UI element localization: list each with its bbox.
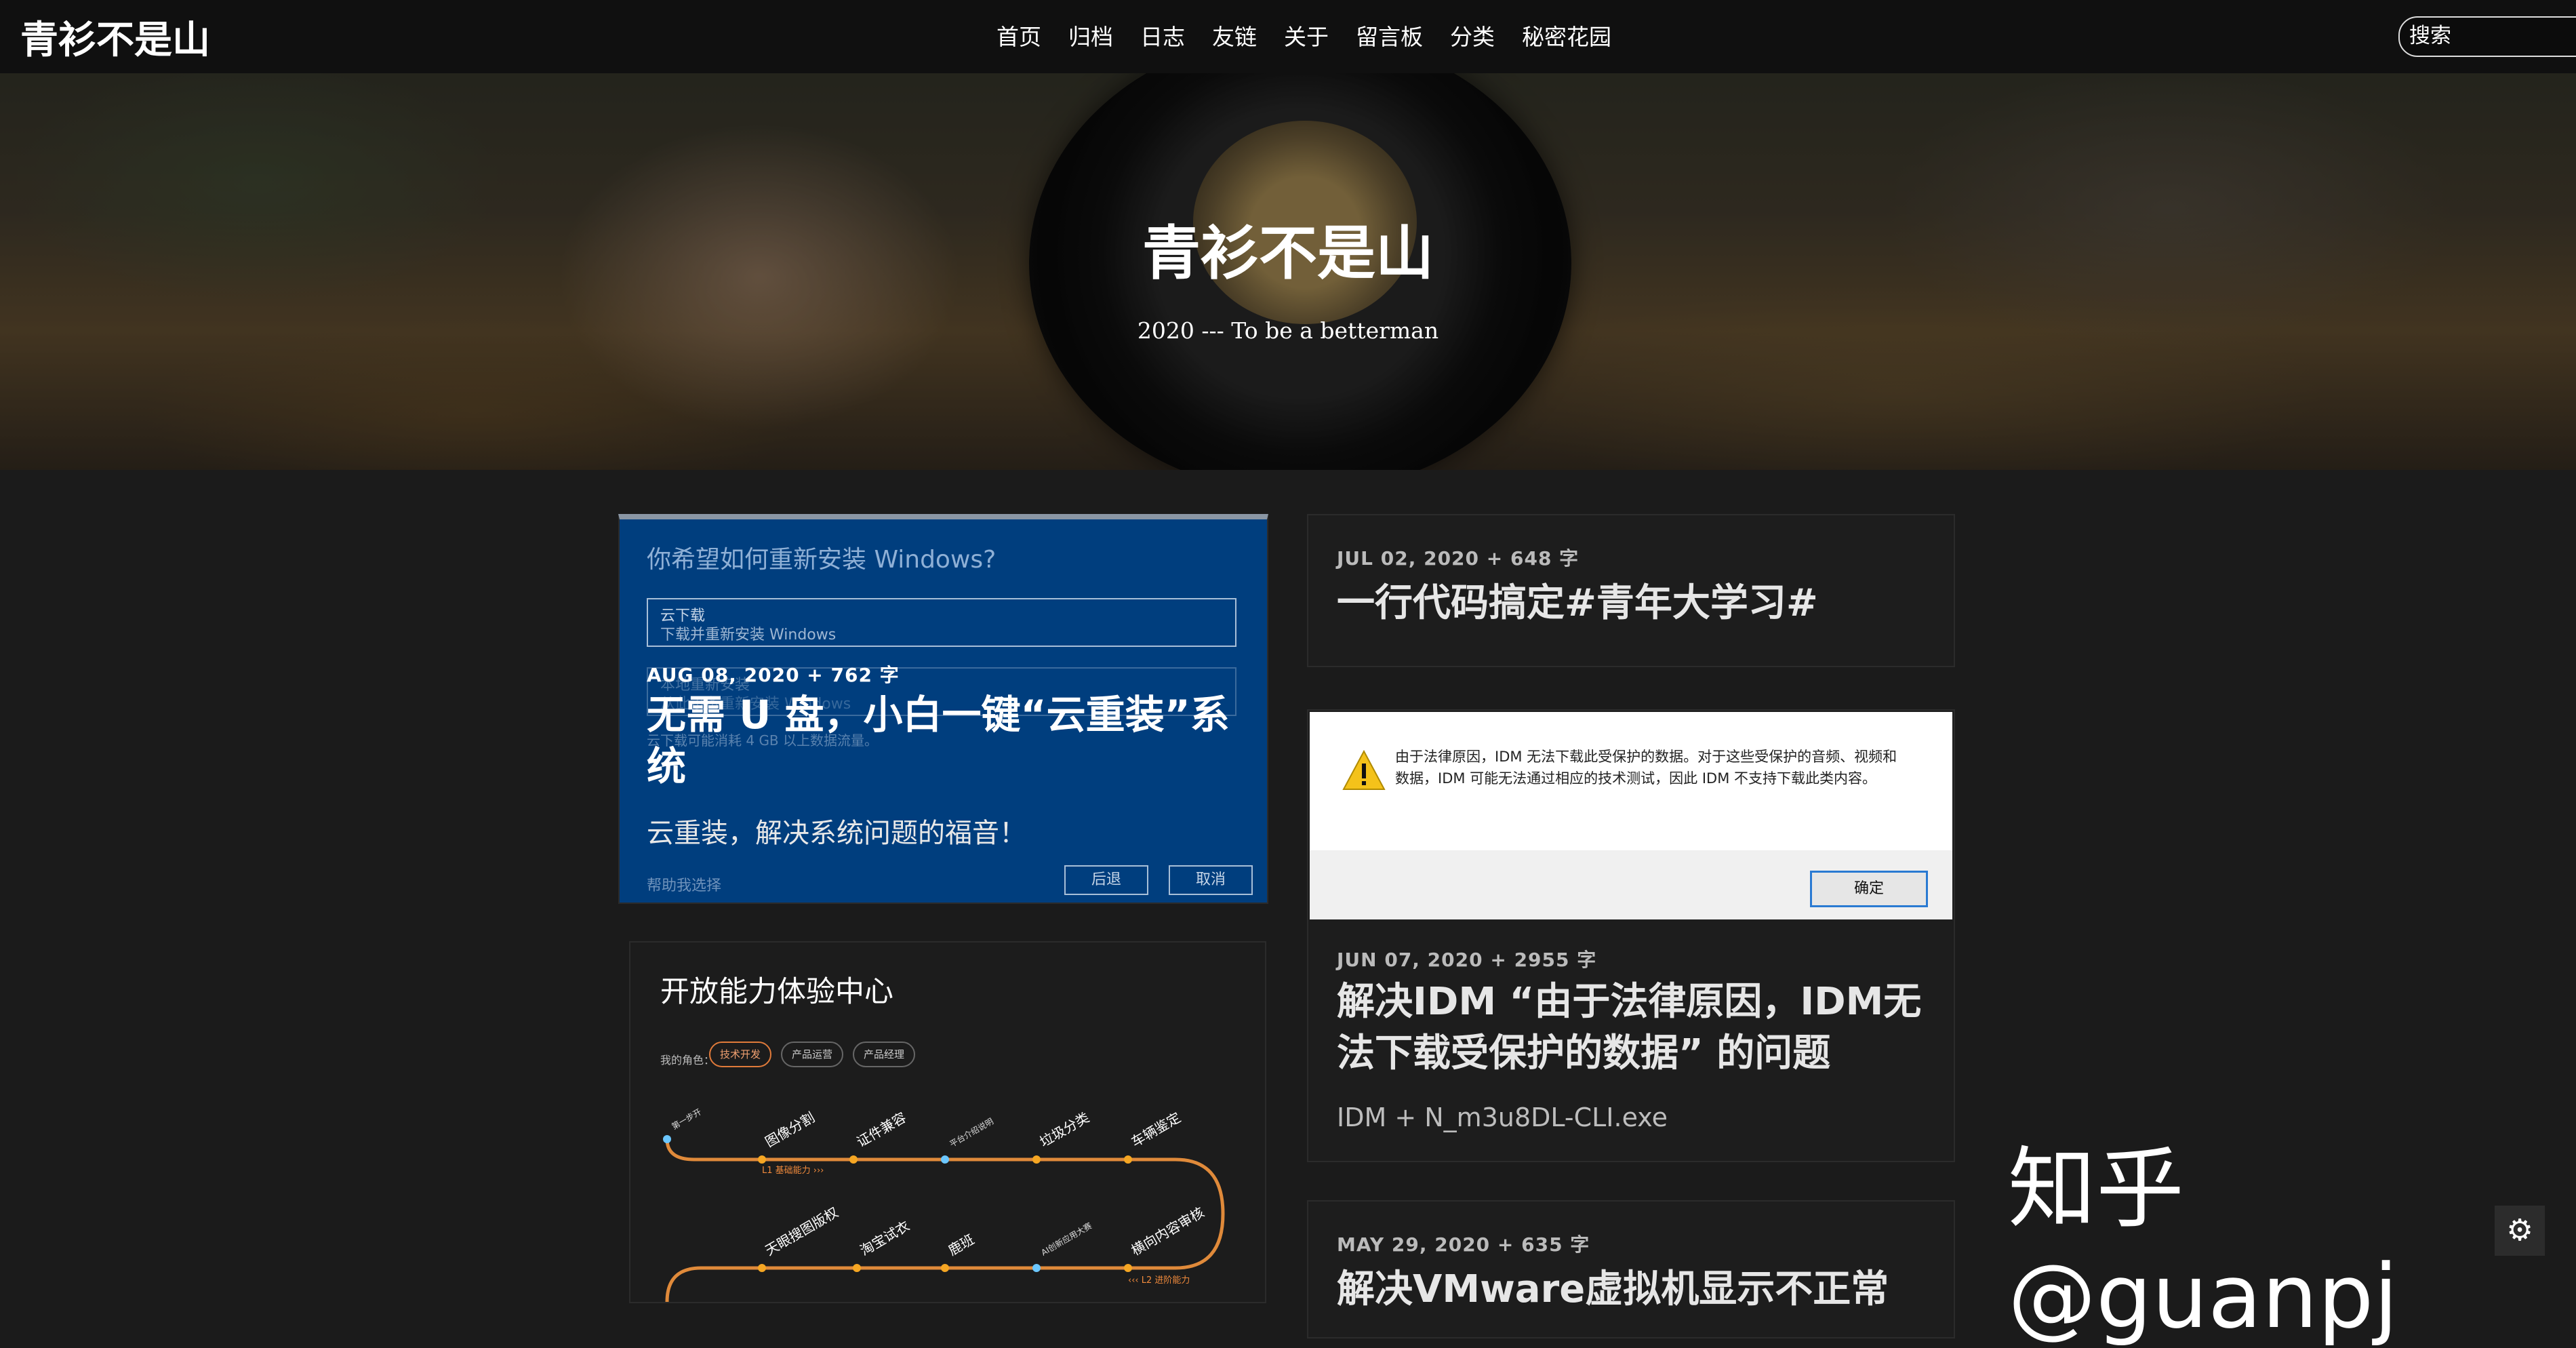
nav-link-archive[interactable]: 归档 (1068, 19, 1113, 52)
roadmap-node (1032, 1155, 1041, 1164)
roadmap-label: 车辆鉴定 (1129, 1109, 1184, 1151)
post-title[interactable]: 一行代码搞定#青年大学习# (1337, 578, 1818, 629)
post-card-vmware[interactable]: MAY 29, 2020 + 635 字 解决VMware虚拟机显示不正常 (1307, 1200, 1955, 1339)
roadmap-node (1124, 1155, 1132, 1164)
post-meta: JUL 02, 2020 + 648 字 (1337, 547, 1579, 570)
capability-roadmap: 第一步开 图像分割 证件兼容 平台介绍说明 垃圾分类 车辆鉴定 L1 基础能力 … (663, 1107, 1225, 1302)
roadmap-label: 第一步开 (670, 1107, 704, 1131)
post-card-ai-capability[interactable]: 开放能力体验中心 我的角色： 技术开发 产品运营 产品经理 第一步开 图像分割 … (629, 941, 1266, 1303)
nav-link-about[interactable]: 关于 (1284, 19, 1329, 52)
post-title[interactable]: 无需 U 盘，小白一键“云重装”系统 (647, 689, 1243, 792)
nav-link-categories[interactable]: 分类 (1450, 19, 1495, 52)
post-meta: MAY 29, 2020 + 635 字 (1337, 1233, 1590, 1256)
post-card-youth-study[interactable]: JUL 02, 2020 + 648 字 一行代码搞定#青年大学习# (1307, 514, 1955, 667)
warning-icon (1342, 749, 1386, 790)
nav-link-friends[interactable]: 友链 (1212, 19, 1257, 52)
roadmap-label: 鹿班 (946, 1231, 978, 1259)
windows-option-subtitle: 下载并重新安装 Windows (660, 627, 837, 643)
roadmap-node (1032, 1264, 1041, 1272)
roadmap-row-1: 第一步开 图像分割 证件兼容 平台介绍说明 垃圾分类 车辆鉴定 L1 基础能力 … (663, 1107, 1184, 1176)
role-chip-ops: 产品运营 (781, 1042, 843, 1067)
post-subtitle: IDM + N_m3u8DL-CLI.exe (1337, 1103, 1668, 1132)
idm-dialog-screenshot: 由于法律原因，IDM 无法下载此受保护的数据。对于这些受保护的音频、视频和数据，… (1310, 712, 1952, 919)
roadmap-label: 图像分割 (763, 1109, 818, 1151)
windows-cancel-button: 取消 (1169, 865, 1253, 895)
post-subtitle: 云重装，解决系统问题的福音！ (647, 818, 1026, 849)
hero-banner: 青衫不是山 2020 --- To be a betterman (0, 73, 2576, 470)
search-input[interactable] (2409, 23, 2576, 49)
post-meta: AUG 08, 2020 + 762 字 (647, 664, 900, 686)
roadmap-label: AI创新应用大赛 (1039, 1221, 1093, 1258)
roadmap-level-note: L1 基础能力 ››› (762, 1166, 824, 1176)
nav-link-guestbook[interactable]: 留言板 (1356, 19, 1423, 52)
post-card-idm[interactable]: 由于法律原因，IDM 无法下载此受保护的数据。对于这些受保护的音频、视频和数据，… (1307, 709, 1955, 1162)
nav-link-home[interactable]: 首页 (997, 19, 1041, 52)
site-brand[interactable]: 青衫不是山 (20, 9, 210, 64)
post-meta: JUN 07, 2020 + 2955 字 (1337, 949, 1597, 971)
nav-link-journal[interactable]: 日志 (1140, 19, 1185, 52)
post-title[interactable]: 解决VMware虚拟机显示不正常 (1337, 1264, 1889, 1315)
roadmap-node (1124, 1264, 1132, 1272)
idm-ok-button: 确定 (1810, 871, 1928, 907)
hero-title: 青衫不是山 (1142, 220, 1434, 288)
hero-subtitle: 2020 --- To be a betterman (1137, 317, 1439, 344)
roadmap-node (663, 1135, 671, 1143)
roadmap-label: 淘宝试衣 (858, 1218, 912, 1259)
roadmap-label: 证件兼容 (854, 1109, 909, 1151)
windows-help-link: 帮助我选择 (647, 877, 722, 894)
settings-gear-icon[interactable]: ⚙ (2495, 1206, 2545, 1256)
roadmap-label: 平台介绍说明 (948, 1116, 995, 1149)
top-navbar: 青衫不是山 首页 归档 日志 友链 关于 留言板 分类 秘密花园 (0, 0, 2576, 73)
roadmap-label: 横向内容审核 (1129, 1204, 1207, 1259)
search-box (2398, 16, 2576, 57)
zhihu-watermark: 知乎 @guanpj (2008, 1137, 2398, 1348)
role-chip-pm: 产品经理 (853, 1042, 915, 1067)
roadmap-label: 天眼搜图版权 (763, 1204, 841, 1259)
roadmap-node (849, 1155, 858, 1164)
roadmap-row-2: 天眼搜图版权 淘宝试衣 鹿班 AI创新应用大赛 横向内容审核 ‹‹‹ L2 进阶… (758, 1204, 1207, 1286)
windows-back-button: 后退 (1064, 865, 1148, 895)
roadmap-label: 垃圾分类 (1037, 1109, 1092, 1151)
post-title[interactable]: 解决IDM “由于法律原因，IDM无法下载受保护的数据” 的问题 (1337, 976, 1933, 1079)
roadmap-node (758, 1155, 766, 1164)
post-card-cloud-reinstall[interactable]: 你希望如何重新安装 Windows? 云下载 下载并重新安装 Windows 本… (618, 514, 1268, 904)
roadmap-node (941, 1155, 949, 1164)
roadmap-level-note: ‹‹‹ L2 进阶能力 (1128, 1275, 1190, 1286)
idm-message: 由于法律原因，IDM 无法下载此受保护的数据。对于这些受保护的音频、视频和数据，… (1395, 749, 1897, 787)
roadmap-node (853, 1264, 861, 1272)
windows-dialog-heading: 你希望如何重新安装 Windows? (647, 546, 997, 574)
role-chip-dev: 技术开发 (709, 1042, 771, 1067)
capability-center-title: 开放能力体验中心 (660, 975, 893, 1009)
role-label: 我的角色： (660, 1054, 715, 1067)
nav-link-secret-garden[interactable]: 秘密花园 (1522, 19, 1611, 52)
windows-option-cloud: 云下载 下载并重新安装 Windows (647, 598, 1236, 647)
nav-links: 首页 归档 日志 友链 关于 留言板 分类 秘密花园 (997, 19, 1611, 52)
roadmap-node (758, 1264, 766, 1272)
roadmap-node (941, 1264, 949, 1272)
